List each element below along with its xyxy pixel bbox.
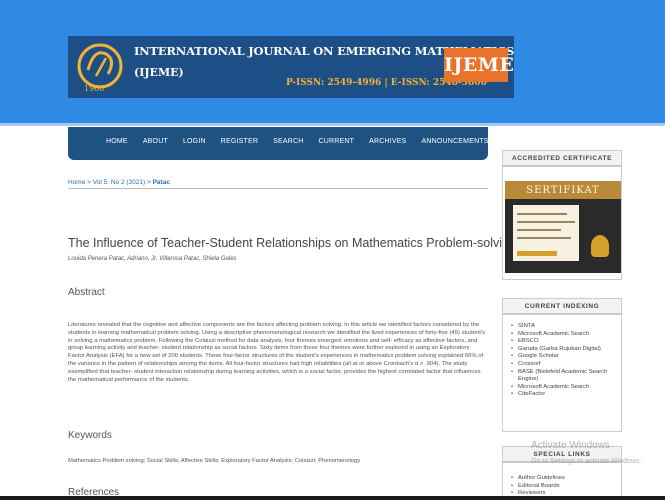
nav-about[interactable]: ABOUT [143,138,168,145]
medal-icon [591,235,609,257]
breadcrumb-sep: > [145,179,153,186]
main-nav: HOME ABOUT LOGIN REGISTER SEARCH CURRENT… [68,127,488,160]
breadcrumb-current[interactable]: Patac [153,179,170,186]
accredited-certificate-box: ACCREDITED CERTIFICATE SERTIFIKAT [502,150,622,280]
article-title: The Influence of Teacher-Student Relatio… [68,236,516,250]
breadcrumb-sep: > [85,179,93,186]
breadcrumb: Home > Vol 5, No 2 (2021) > Patac [68,179,170,186]
nav-home[interactable]: HOME [106,138,128,145]
emblem-logo: 1960 [77,43,123,93]
accredited-heading: ACCREDITED CERTIFICATE [503,151,621,167]
indexing-item[interactable]: Google Scholar [511,353,615,361]
activation-watermark-title: Activate Windows [531,440,610,451]
special-links-box: SPECIAL LINKS Author Guidelines Editoria… [502,446,622,500]
taskbar [0,496,665,500]
keywords-heading: Keywords [68,430,112,441]
indexing-heading: CURRENT INDEXING [503,299,621,315]
breadcrumb-home[interactable]: Home [68,179,85,186]
nav-current[interactable]: CURRENT [319,138,355,145]
certificate-word: SERTIFIKAT [526,185,600,196]
certificate-image[interactable]: SERTIFIKAT [505,181,621,273]
indexing-item[interactable]: CiteFactor [511,391,615,399]
nav-announcements[interactable]: ANNOUNCEMENTS [422,138,489,145]
journal-banner[interactable]: 1960 INTERNATIONAL JOURNAL ON EMERGING M… [68,36,514,98]
indexing-item[interactable]: SINTA [511,323,615,331]
nav-register[interactable]: REGISTER [221,138,258,145]
current-indexing-box: CURRENT INDEXING SINTA Microsoft Academi… [502,298,622,432]
indexing-item[interactable]: Crossref [511,361,615,369]
article-authors: Louida Penera Patac, Adriano, Jr. Villar… [68,256,237,262]
indexing-item[interactable]: BASE (Bielefeld Academic Search Engine) [511,369,615,384]
indexing-item[interactable]: EBSCO [511,338,615,346]
activation-watermark-subtitle: Go to Settings to activate Windows. [531,458,642,465]
ijeme-logo: IJEME [444,48,514,82]
indexing-item[interactable]: Microsoft Academic Search [511,384,615,392]
divider [68,188,488,189]
nav-login[interactable]: LOGIN [183,138,206,145]
special-link[interactable]: Author Guidelines [511,475,615,483]
emblem-year: 1960 [84,84,104,93]
breadcrumb-volume[interactable]: Vol 5, No 2 (2021) [93,179,145,186]
indexing-item[interactable]: Microsoft Academic Search [511,331,615,339]
keywords-text: Mathematics Problem solving; Social Skil… [68,458,361,464]
abstract-heading: Abstract [68,287,105,298]
abstract-text: Literatures revealed that the cognitive … [68,322,485,383]
journal-abbrev: (IJEME) [134,66,184,79]
nav-search[interactable]: SEARCH [273,138,303,145]
special-link[interactable]: Editorial Boards [511,483,615,491]
nav-archives[interactable]: ARCHIVES [369,138,406,145]
indexing-item[interactable]: Garuda (Garba Rujukan Digital) [511,346,615,354]
